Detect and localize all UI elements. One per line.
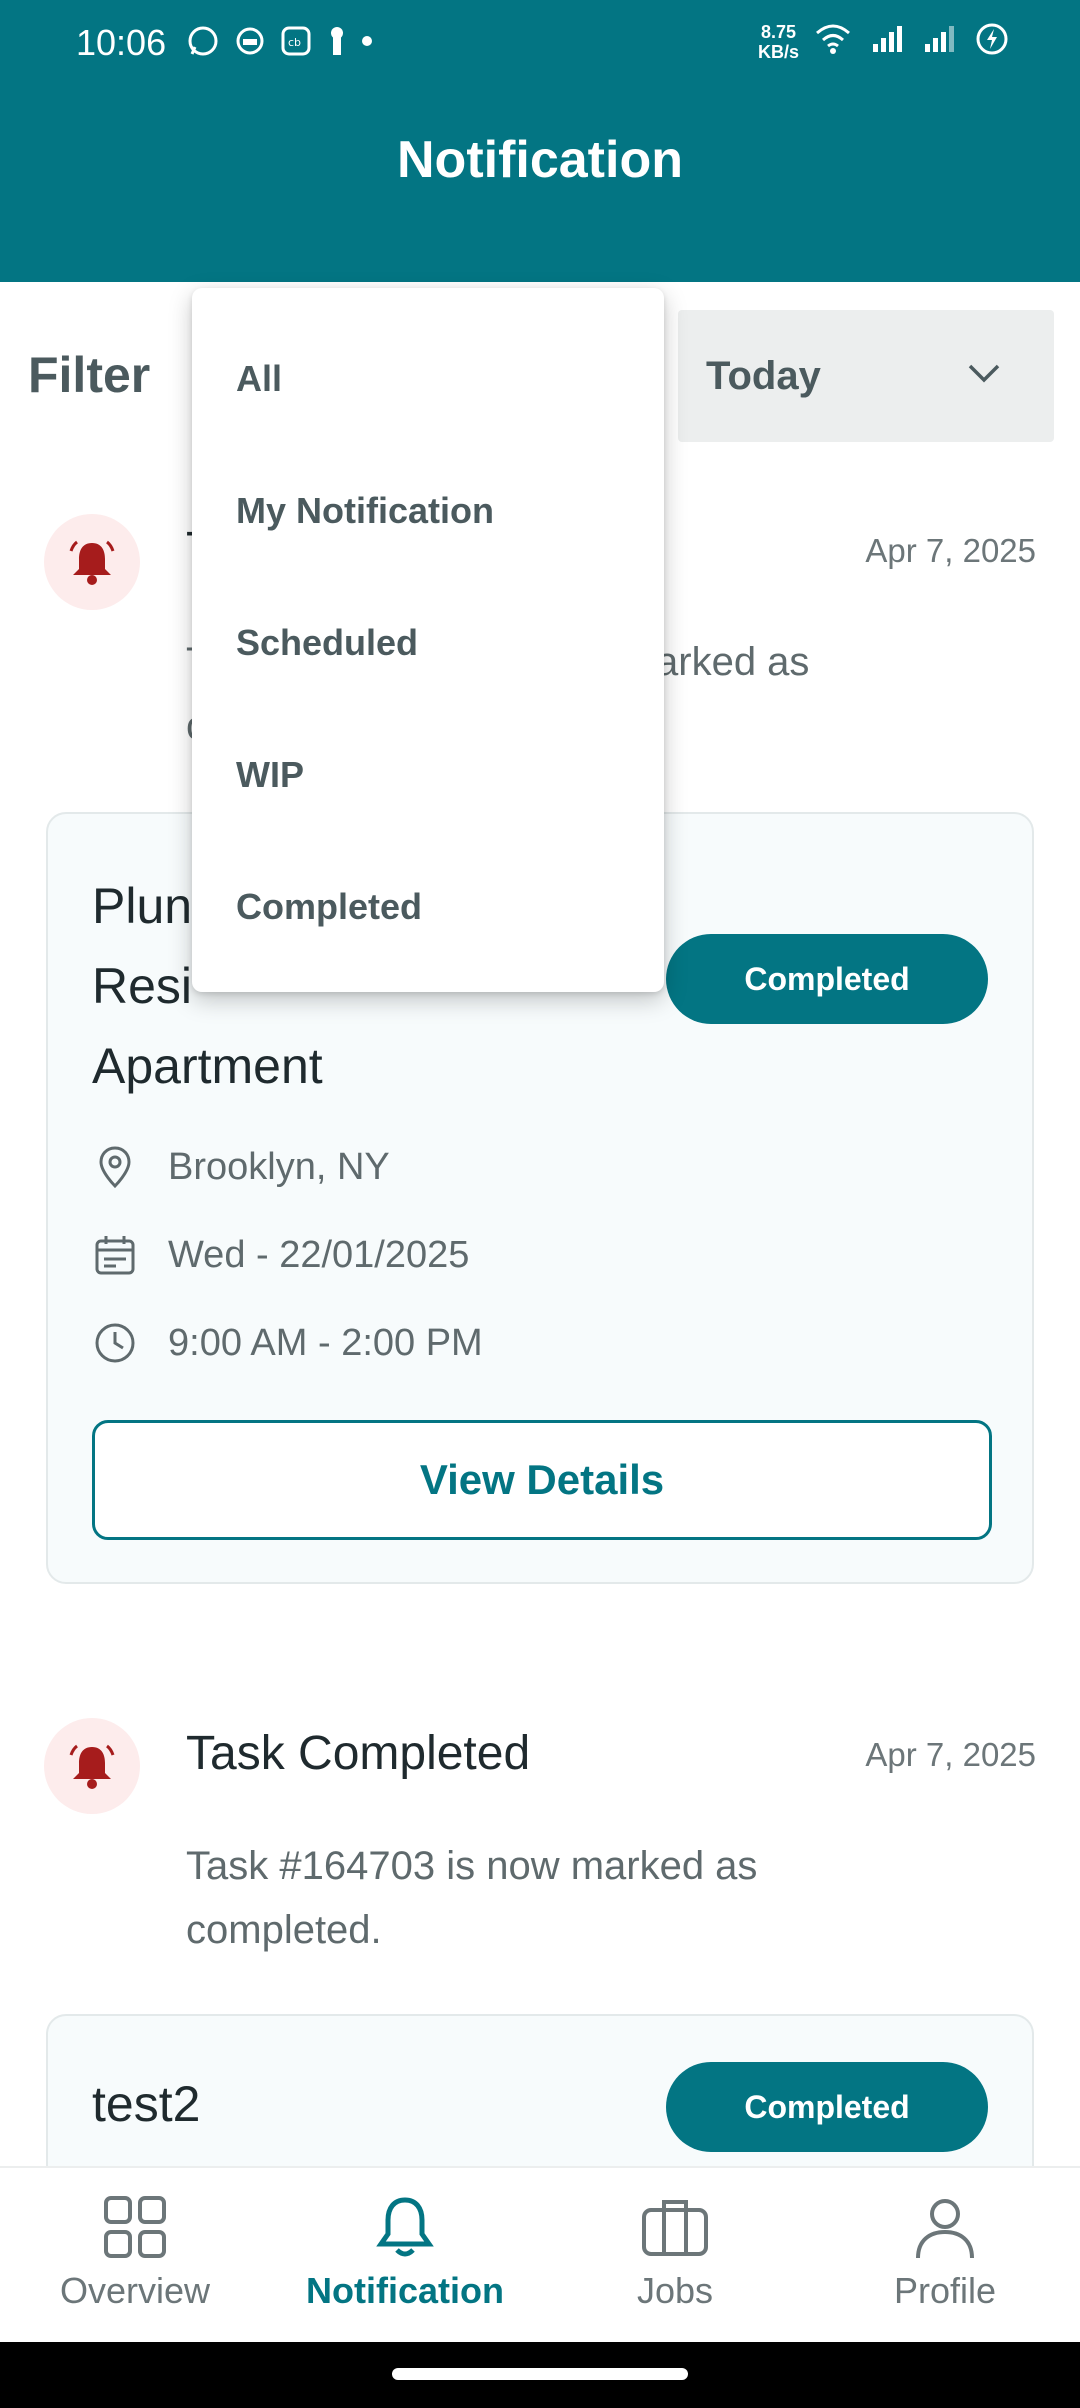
location-pin-icon (99, 1146, 131, 1189)
location-text: Brooklyn, NY (168, 1145, 390, 1188)
nav-label: Notification (306, 2270, 504, 2311)
job-title: test2 (92, 2076, 201, 2132)
net-speed-value: 8.75 (760, 22, 797, 42)
date-range-value: Today (706, 354, 821, 398)
notification-title: Task Completed (186, 1727, 531, 1780)
menu-item-scheduled[interactable]: Scheduled (236, 622, 418, 664)
view-details-button[interactable]: View Details (92, 1420, 992, 1540)
status-badge: Completed (666, 934, 988, 1024)
nav-label: Profile (893, 2270, 997, 2311)
more-dot-icon (362, 36, 372, 46)
nav-label: Overview (59, 2270, 211, 2311)
menu-item-wip[interactable]: WIP (236, 754, 304, 796)
filter-dropdown-menu: All My Notification Scheduled WIP Comple… (192, 288, 664, 992)
bottom-navigation: Overview Notification Jobs Profile (0, 2166, 1080, 2342)
battery-charging-icon (976, 23, 1008, 55)
keyhole-icon (331, 27, 343, 55)
nav-profile[interactable]: Profile (810, 2168, 1080, 2344)
notification-date: Apr 7, 2025 (865, 532, 1036, 569)
status-badge: Completed (666, 2062, 988, 2152)
briefcase-icon (642, 2200, 708, 2256)
notification-date: Apr 7, 2025 (865, 1736, 1036, 1773)
nav-notification[interactable]: Notification (270, 2168, 540, 2344)
date-range-select[interactable]: Today (678, 310, 1054, 442)
calendar-icon (95, 1236, 135, 1275)
user-icon (916, 2199, 974, 2259)
filter-label: Filter (28, 347, 151, 403)
location-row: Brooklyn, NY (92, 1144, 390, 1190)
time-text: 9:00 AM - 2:00 PM (168, 1321, 483, 1364)
signal-icon (873, 26, 902, 52)
menu-item-all[interactable]: All (236, 358, 282, 400)
bell-icon (69, 1744, 115, 1789)
whatsapp-icon (188, 26, 218, 56)
bell-avatar (44, 514, 140, 610)
bell-avatar (44, 1718, 140, 1814)
app-bar: Notification (0, 90, 1080, 282)
system-icons (815, 22, 1009, 56)
date-text: Wed - 22/01/2025 (168, 1233, 470, 1276)
home-gesture-handle[interactable] (392, 2368, 688, 2380)
grid-icon (104, 2196, 166, 2258)
net-speed-unit: KB/s (758, 42, 800, 62)
nav-label: Jobs (636, 2270, 714, 2311)
status-time: 10:06 (76, 22, 167, 63)
clock-icon (95, 1323, 135, 1363)
message-fragment: arked as (656, 640, 810, 684)
menu-item-completed[interactable]: Completed (236, 886, 422, 928)
bell-icon (69, 540, 115, 585)
network-speed: 8.75 KB/s (758, 22, 799, 62)
chevron-down-icon (968, 364, 1000, 383)
wifi-icon (816, 24, 850, 54)
time-row: 9:00 AM - 2:00 PM (92, 1320, 483, 1366)
bell-outline-icon (376, 2197, 434, 2257)
menu-item-my-notification[interactable]: My Notification (236, 490, 494, 532)
signal-icon-2 (925, 26, 954, 52)
cb-app-icon: cb (281, 26, 311, 56)
app-icon (236, 27, 264, 55)
job-title-line: Apartment (92, 1038, 323, 1094)
nav-jobs[interactable]: Jobs (540, 2168, 810, 2344)
svg-text:cb: cb (288, 36, 301, 49)
status-bar: 10:06 cb 8.75 KB/s (0, 0, 1080, 90)
date-row: Wed - 22/01/2025 (92, 1232, 469, 1278)
notification-icons: cb (186, 24, 372, 58)
system-nav-bar (0, 2342, 1080, 2408)
notification-message: Task #164703 is now marked as completed. (186, 1844, 758, 1952)
nav-overview[interactable]: Overview (0, 2168, 270, 2344)
page-title: Notification (397, 131, 683, 189)
